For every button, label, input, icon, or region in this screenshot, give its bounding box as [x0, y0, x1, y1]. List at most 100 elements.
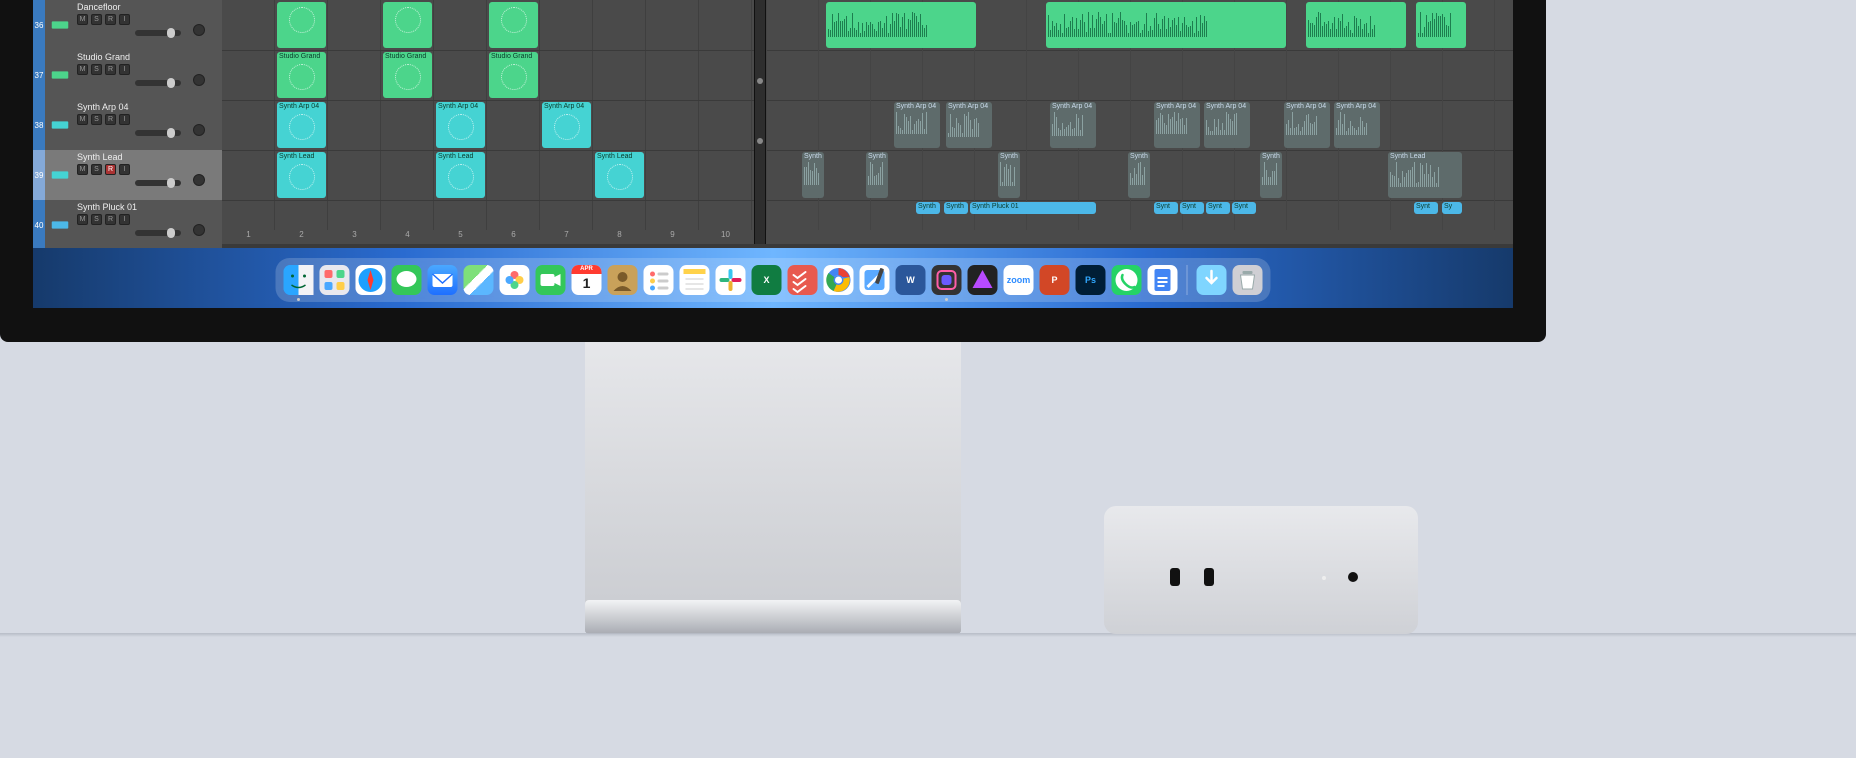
audio-region[interactable]: Synth Arp 04 — [1284, 102, 1330, 148]
track-volume-fader[interactable] — [135, 230, 181, 236]
dock-shortcuts-icon[interactable] — [932, 265, 962, 295]
dock-powerpoint-icon[interactable]: P — [1040, 265, 1070, 295]
audio-region[interactable]: Synth Lead — [1388, 152, 1462, 198]
track-header[interactable]: Studio Grand MSRI — [45, 50, 222, 100]
audio-region[interactable] — [1416, 2, 1466, 48]
track-r-button[interactable]: R — [105, 64, 116, 75]
track-header[interactable]: Synth Pluck 01 MSRI — [45, 200, 222, 250]
audio-region[interactable]: Synth Arp 04 — [1334, 102, 1380, 148]
dock-mail-icon[interactable] — [428, 265, 458, 295]
audio-region[interactable]: Synth — [802, 152, 824, 198]
dock-maps-icon[interactable] — [464, 265, 494, 295]
track-r-button[interactable]: R — [105, 214, 116, 225]
track-pan-knob[interactable] — [193, 224, 205, 236]
track-header[interactable]: Dancefloor MSRI — [45, 0, 222, 50]
track-m-button[interactable]: M — [77, 164, 88, 175]
track-i-button[interactable]: I — [119, 114, 130, 125]
audio-region[interactable]: Sy — [1442, 202, 1462, 214]
track-m-button[interactable]: M — [77, 14, 88, 25]
midi-region[interactable]: Studio Grand — [383, 52, 432, 98]
audio-region[interactable]: Synt — [1232, 202, 1256, 214]
track-r-button[interactable]: R — [105, 14, 116, 25]
midi-region[interactable] — [277, 2, 326, 48]
track-r-button[interactable]: R — [105, 164, 116, 175]
track-pan-knob[interactable] — [193, 74, 205, 86]
automation-dot[interactable] — [757, 138, 763, 144]
dock-whatsapp-icon[interactable] — [1112, 265, 1142, 295]
audio-region[interactable]: Synt — [1154, 202, 1178, 214]
dock-slack-icon[interactable] — [716, 265, 746, 295]
track-i-button[interactable]: I — [119, 164, 130, 175]
track-volume-fader[interactable] — [135, 130, 181, 136]
audio-region[interactable]: Synth — [916, 202, 940, 214]
arrange-divider[interactable] — [754, 0, 766, 244]
dock-messages-icon[interactable] — [392, 265, 422, 295]
track-volume-fader[interactable] — [135, 180, 181, 186]
audio-region[interactable]: Synth — [1260, 152, 1282, 198]
dock-affinity-icon[interactable] — [968, 265, 998, 295]
midi-region[interactable]: Synth Lead — [277, 152, 326, 198]
audio-region[interactable]: Synt — [1414, 202, 1438, 214]
midi-region[interactable]: Synth Lead — [595, 152, 644, 198]
timeline-ruler[interactable]: 12345678910 — [222, 230, 1513, 244]
audio-region[interactable]: Synth Arp 04 — [946, 102, 992, 148]
arrange-area-left[interactable]: Studio GrandStudio GrandStudio GrandSynt… — [222, 0, 754, 230]
audio-region[interactable]: Synth — [866, 152, 888, 198]
track-number[interactable]: 38 — [33, 100, 45, 150]
dock-finder-icon[interactable] — [284, 265, 314, 295]
dock-photoshop-icon[interactable]: Ps — [1076, 265, 1106, 295]
dock-safari-icon[interactable] — [356, 265, 386, 295]
dock-photos-icon[interactable] — [500, 265, 530, 295]
track-pan-knob[interactable] — [193, 174, 205, 186]
dock-launchpad-icon[interactable] — [320, 265, 350, 295]
audio-region[interactable]: Synth — [944, 202, 968, 214]
dock-notes-icon[interactable] — [680, 265, 710, 295]
audio-region[interactable]: Synth Arp 04 — [894, 102, 940, 148]
dock-xcode-icon[interactable] — [860, 265, 890, 295]
dock-reminders-icon[interactable] — [644, 265, 674, 295]
audio-region[interactable]: Synth Pluck 01 — [970, 202, 1096, 214]
dock-excel-icon[interactable]: X — [752, 265, 782, 295]
dock-google-docs-icon[interactable] — [1148, 265, 1178, 295]
audio-region[interactable] — [1046, 2, 1286, 48]
midi-region[interactable]: Synth Arp 04 — [542, 102, 591, 148]
track-s-button[interactable]: S — [91, 114, 102, 125]
track-volume-fader[interactable] — [135, 30, 181, 36]
automation-dot[interactable] — [757, 78, 763, 84]
dock-word-icon[interactable]: W — [896, 265, 926, 295]
midi-region[interactable]: Synth Arp 04 — [436, 102, 485, 148]
track-m-button[interactable]: M — [77, 114, 88, 125]
midi-region[interactable]: Studio Grand — [489, 52, 538, 98]
audio-region[interactable]: Synth — [1128, 152, 1150, 198]
track-volume-fader[interactable] — [135, 80, 181, 86]
dock-chrome-icon[interactable] — [824, 265, 854, 295]
dock-contacts-icon[interactable] — [608, 265, 638, 295]
track-s-button[interactable]: S — [91, 164, 102, 175]
audio-region[interactable] — [1306, 2, 1406, 48]
track-header[interactable]: Synth Lead MSRI — [45, 150, 222, 200]
track-s-button[interactable]: S — [91, 64, 102, 75]
track-s-button[interactable]: S — [91, 14, 102, 25]
dock-trash-icon[interactable] — [1233, 265, 1263, 295]
dock-todoist-icon[interactable] — [788, 265, 818, 295]
midi-region[interactable]: Synth Lead — [436, 152, 485, 198]
audio-region[interactable]: Synth Arp 04 — [1050, 102, 1096, 148]
dock-facetime-icon[interactable] — [536, 265, 566, 295]
track-number[interactable]: 39 — [33, 150, 45, 200]
track-i-button[interactable]: I — [119, 214, 130, 225]
track-m-button[interactable]: M — [77, 64, 88, 75]
dock-calendar-icon[interactable]: APR1 — [572, 265, 602, 295]
track-number[interactable]: 40 — [33, 200, 45, 250]
track-number[interactable]: 37 — [33, 50, 45, 100]
dock-downloads-icon[interactable] — [1197, 265, 1227, 295]
track-number[interactable]: 36 — [33, 0, 45, 50]
track-m-button[interactable]: M — [77, 214, 88, 225]
midi-region[interactable] — [383, 2, 432, 48]
track-i-button[interactable]: I — [119, 64, 130, 75]
audio-region[interactable]: Synth Arp 04 — [1154, 102, 1200, 148]
track-s-button[interactable]: S — [91, 214, 102, 225]
midi-region[interactable] — [489, 2, 538, 48]
track-r-button[interactable]: R — [105, 114, 116, 125]
audio-region[interactable]: Synth Arp 04 — [1204, 102, 1250, 148]
audio-region[interactable]: Synth — [998, 152, 1020, 198]
